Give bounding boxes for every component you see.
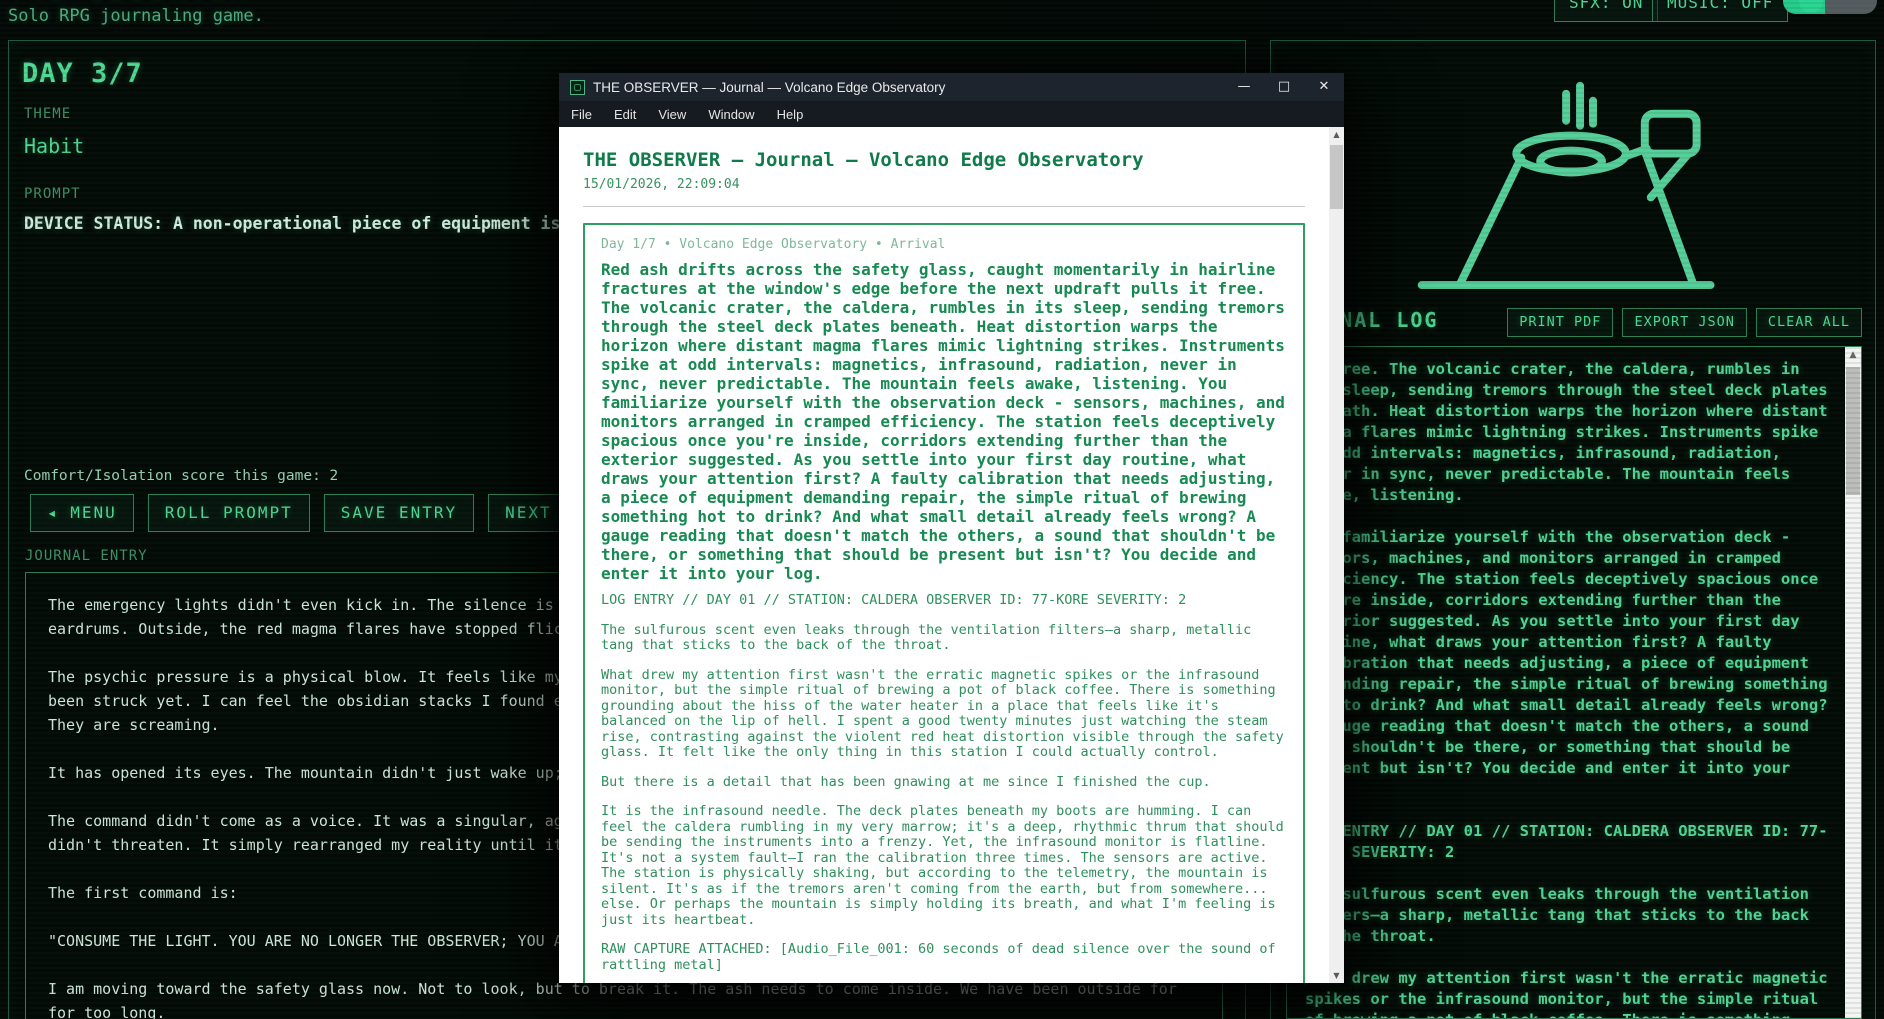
log-paragraph: You familiarize yourself with the observ…	[1305, 528, 1828, 798]
window-titlebar[interactable]: THE OBSERVER — Journal — Volcano Edge Ob…	[559, 73, 1344, 101]
scroll-up-icon[interactable]: ▲	[1845, 347, 1861, 363]
volume-slider[interactable]	[1783, 0, 1877, 14]
entry-meta: Day 1/7 • Volcano Edge Observatory • Arr…	[601, 237, 946, 252]
action-button-row: ◂ MENU ROLL PROMPT SAVE ENTRY NEXT DAY ▸	[30, 494, 639, 532]
music-toggle-button[interactable]: MUSIC: OFF	[1652, 0, 1789, 22]
save-entry-button[interactable]: SAVE ENTRY	[323, 494, 475, 532]
roll-prompt-button[interactable]: ROLL PROMPT	[147, 494, 310, 532]
journal-log-box: it free. The volcanic crater, the calder…	[1286, 346, 1862, 1019]
observer-journal-window: THE OBSERVER — Journal — Volcano Edge Ob…	[559, 73, 1344, 983]
day-counter: DAY 3/7	[22, 58, 143, 89]
window-controls: — □ ✕	[1224, 73, 1344, 101]
menu-button[interactable]: ◂ MENU	[30, 494, 134, 532]
journal-timestamp: 15/01/2026, 22:09:04	[583, 177, 740, 192]
window-title: THE OBSERVER — Journal — Volcano Edge Ob…	[593, 79, 946, 95]
prompt-text: DEVICE STATUS: A non-operational piece o…	[24, 214, 601, 233]
menu-file[interactable]: File	[571, 107, 592, 122]
window-app-icon	[570, 79, 585, 95]
journal-log-text: it free. The volcanic crater, the calder…	[1305, 359, 1835, 1018]
minimize-icon[interactable]: —	[1224, 73, 1264, 101]
log-scrollbar[interactable]: ▲	[1845, 347, 1861, 1018]
menu-edit[interactable]: Edit	[614, 107, 636, 122]
scroll-up-icon[interactable]: ▲	[1329, 127, 1344, 142]
log-paragraph: What drew my attention first wasn't the …	[1305, 969, 1828, 1018]
close-icon[interactable]: ✕	[1304, 73, 1344, 101]
log-action-buttons: PRINT PDF EXPORT JSON CLEAR ALL	[1507, 308, 1862, 337]
sfx-toggle-button[interactable]: SFX: ON	[1554, 0, 1659, 22]
window-scrollbar[interactable]: ▲ ▼	[1329, 127, 1344, 983]
entry-narrative: Red ash drifts across the safety glass, …	[601, 260, 1285, 583]
window-menubar: File Edit View Window Help	[559, 101, 1344, 127]
divider	[583, 206, 1305, 207]
journal-heading: THE OBSERVER — Journal — Volcano Edge Ob…	[583, 149, 1144, 171]
clear-all-button[interactable]: CLEAR ALL	[1755, 308, 1862, 337]
entry-paragraph: The sulfurous scent even leaks through t…	[601, 621, 1252, 653]
log-entry-card: Day 1/7 • Volcano Edge Observatory • Arr…	[583, 223, 1305, 983]
window-scrollbar-thumb[interactable]	[1330, 145, 1343, 209]
entry-log-header: LOG ENTRY // DAY 01 // STATION: CALDERA …	[601, 592, 1187, 608]
app-tagline: Solo RPG journaling game.	[8, 6, 264, 26]
journal-line: for too long.	[48, 1004, 166, 1019]
theme-label: THEME	[24, 106, 72, 122]
volcano-icon	[1417, 81, 1715, 290]
log-paragraph: LOG ENTRY // DAY 01 // STATION: CALDERA …	[1305, 822, 1828, 861]
theme-value: Habit	[24, 134, 85, 158]
export-json-button[interactable]: EXPORT JSON	[1622, 308, 1747, 337]
entry-paragraph: It is the infrasound needle. The deck pl…	[601, 803, 1284, 928]
entry-paragraph: What drew my attention first wasn't the …	[601, 666, 1284, 760]
maximize-icon[interactable]: □	[1264, 73, 1304, 101]
log-paragraph: The sulfurous scent even leaks through t…	[1305, 885, 1809, 945]
comfort-score: Comfort/Isolation score this game: 2	[24, 468, 339, 484]
log-paragraph: it free. The volcanic crater, the calder…	[1305, 360, 1828, 504]
menu-help[interactable]: Help	[777, 107, 804, 122]
log-scrollbar-thumb[interactable]	[1846, 367, 1860, 495]
journal-document: THE OBSERVER — Journal — Volcano Edge Ob…	[559, 127, 1329, 983]
entry-paragraph: But there is a detail that has been gnaw…	[601, 773, 1211, 790]
prompt-label: PROMPT	[24, 186, 81, 202]
journal-entry-label: JOURNAL ENTRY	[25, 548, 148, 564]
menu-view[interactable]: View	[658, 107, 686, 122]
menu-window[interactable]: Window	[708, 107, 754, 122]
scroll-down-icon[interactable]: ▼	[1329, 968, 1344, 983]
page-title-clipped: THE OBSERVER	[8, 0, 249, 5]
entry-paragraph: RAW CAPTURE ATTACHED: [Audio_File_001: 6…	[601, 941, 1276, 973]
print-pdf-button[interactable]: PRINT PDF	[1507, 308, 1614, 337]
